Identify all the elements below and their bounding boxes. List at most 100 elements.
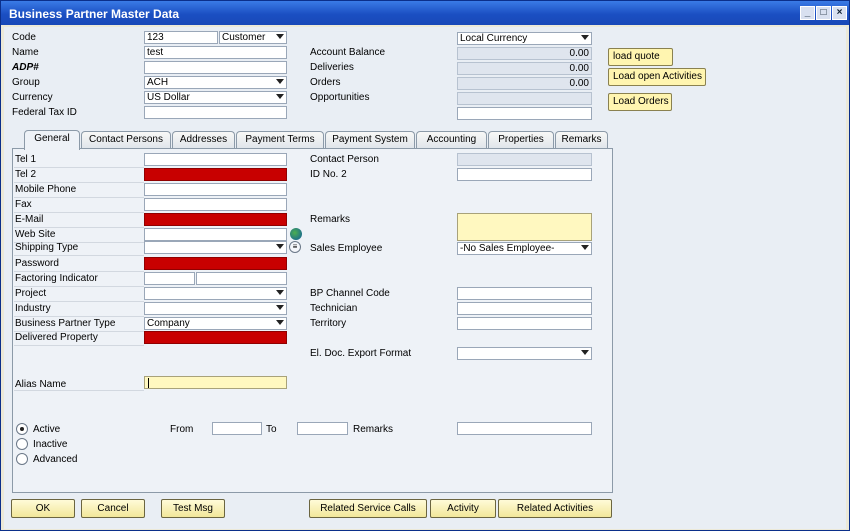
project-select[interactable] (144, 287, 287, 300)
industry-label: Industry (15, 303, 51, 314)
territory-label: Territory (310, 318, 347, 329)
orders-label: Orders (310, 77, 341, 88)
bp-channel-code-label: BP Channel Code (310, 288, 390, 299)
to-date-field[interactable] (297, 422, 348, 435)
factoring-code-field[interactable] (144, 272, 195, 285)
website-field[interactable] (144, 228, 287, 241)
id-no2-field[interactable] (457, 168, 592, 181)
account-balance-field: 0.00 (457, 47, 592, 60)
email-label: E-Mail (15, 214, 44, 225)
row-divider (14, 227, 144, 228)
alias-name-field[interactable] (144, 376, 287, 389)
eldoc-export-format-label: El. Doc. Export Format (310, 348, 412, 359)
tab-remarks[interactable]: Remarks (555, 131, 608, 149)
tel1-field[interactable] (144, 153, 287, 166)
eldoc-export-format-select[interactable] (457, 347, 592, 360)
bp-type-field[interactable]: Company (144, 317, 287, 330)
delivered-property-field[interactable] (144, 331, 287, 344)
from-date-field[interactable] (212, 422, 262, 435)
tab-contact-persons[interactable]: Contact Persons (81, 131, 171, 149)
bp-type-select[interactable]: Customer (219, 31, 287, 44)
password-label: Password (15, 258, 59, 269)
name-field[interactable]: test (144, 46, 287, 59)
federal-tax-id-field[interactable] (144, 106, 287, 119)
chevron-down-icon (276, 244, 284, 249)
status-remarks-field[interactable] (457, 422, 592, 435)
currency-mode-select[interactable]: Local Currency (457, 32, 592, 45)
blank-header-field[interactable] (457, 107, 592, 120)
deliveries-label: Deliveries (310, 62, 354, 73)
close-icon[interactable]: × (832, 6, 847, 20)
row-divider (14, 390, 144, 391)
form-client-area: Code 123 Customer Name test ADP# Group A… (4, 27, 846, 529)
row-divider (14, 197, 144, 198)
shipping-type-select[interactable] (144, 241, 287, 254)
cancel-button[interactable]: Cancel (81, 499, 145, 518)
related-activities-button[interactable]: Related Activities (498, 499, 612, 518)
industry-select[interactable] (144, 302, 287, 315)
activity-button[interactable]: Activity (430, 499, 496, 518)
inactive-label: Inactive (33, 439, 68, 450)
remarks-field[interactable] (457, 213, 592, 241)
tel2-label: Tel 2 (15, 169, 37, 180)
tab-accounting[interactable]: Accounting (416, 131, 487, 149)
maximize-icon[interactable]: □ (816, 6, 831, 20)
active-label: Active (33, 424, 61, 435)
row-divider (14, 301, 144, 302)
tab-payment-terms[interactable]: Payment Terms (236, 131, 324, 149)
from-label: From (170, 424, 194, 435)
ok-button[interactable]: OK (11, 499, 75, 518)
group-value: ACH (147, 77, 169, 88)
title-bar: Business Partner Master Data _ □ × (1, 1, 849, 25)
minimize-icon[interactable]: _ (800, 6, 815, 20)
row-divider (14, 255, 144, 256)
remarks-label: Remarks (310, 214, 351, 225)
row-divider (14, 345, 144, 346)
delivered-property-label: Delivered Property (15, 332, 98, 343)
deliveries-field: 0.00 (457, 62, 592, 75)
territory-field[interactable] (457, 317, 592, 330)
federal-tax-id-label: Federal Tax ID (12, 107, 77, 118)
orders-field: 0.00 (457, 77, 592, 90)
active-radio[interactable] (16, 423, 28, 435)
mobile-phone-field[interactable] (144, 183, 287, 196)
load-orders-button[interactable]: Load Orders (608, 93, 672, 111)
group-select[interactable]: ACH (144, 76, 287, 89)
related-service-calls-button[interactable]: Related Service Calls (309, 499, 427, 518)
sales-employee-value: -No Sales Employee- (460, 243, 555, 254)
sales-employee-select[interactable]: -No Sales Employee- (457, 242, 592, 255)
bp-type-value: Customer (222, 32, 266, 43)
opportunities-field (457, 92, 592, 105)
code-field[interactable]: 123 (144, 31, 218, 44)
load-open-activities-button[interactable]: Load open Activities (608, 68, 706, 86)
project-label: Project (15, 288, 47, 299)
password-field[interactable] (144, 257, 287, 270)
technician-field[interactable] (457, 302, 592, 315)
name-label: Name (12, 47, 39, 58)
sales-employee-label: Sales Employee (310, 243, 383, 254)
list-icon[interactable]: ≡ (289, 241, 301, 253)
currency-select[interactable]: US Dollar (144, 91, 287, 104)
bp-channel-code-field[interactable] (457, 287, 592, 300)
advanced-label: Advanced (33, 454, 78, 465)
globe-icon[interactable] (290, 228, 302, 240)
fax-field[interactable] (144, 198, 287, 211)
group-label: Group (12, 77, 40, 88)
row-divider (14, 167, 144, 168)
load-quote-button[interactable]: load quote (608, 48, 673, 66)
shipping-type-label: Shipping Type (15, 242, 79, 253)
chevron-down-icon (276, 79, 284, 84)
factoring-name-field[interactable] (196, 272, 287, 285)
advanced-radio[interactable] (16, 453, 28, 465)
tab-general[interactable]: General (24, 130, 80, 150)
tel2-field[interactable] (144, 168, 287, 181)
tab-addresses[interactable]: Addresses (172, 131, 235, 149)
test-msg-button[interactable]: Test Msg (161, 499, 225, 518)
email-field[interactable] (144, 213, 287, 226)
tab-properties[interactable]: Properties (488, 131, 554, 149)
tab-payment-system[interactable]: Payment System (325, 131, 415, 149)
bp-type-label: Business Partner Type (15, 318, 116, 329)
inactive-radio[interactable] (16, 438, 28, 450)
adp-field[interactable] (144, 61, 287, 74)
factoring-indicator-label: Factoring Indicator (15, 273, 98, 284)
